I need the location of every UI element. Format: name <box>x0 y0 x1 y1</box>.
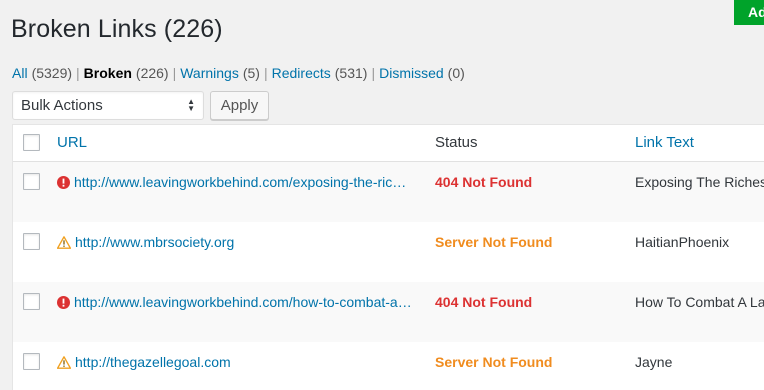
row-link-text: HaitianPhoenix <box>635 234 730 250</box>
filter-redirects-count: (531) <box>334 65 368 81</box>
bulk-actions-select[interactable]: Bulk Actions ▲ ▼ <box>12 91 204 120</box>
select-arrows-icon: ▲ ▼ <box>187 97 195 113</box>
page-title: Broken Links (226) <box>11 15 223 43</box>
filter-redirects[interactable]: Redirects <box>272 65 331 81</box>
row-link-text: Exposing The Riches <box>635 174 764 190</box>
row-url-text: http://www.leavingworkbehind.com/how-to-… <box>74 294 413 310</box>
broken-links-table: URL Status Link Text http://www.leavingw… <box>12 124 764 390</box>
filter-broken[interactable]: Broken <box>84 65 132 81</box>
separator: | <box>76 65 80 81</box>
row-url-link[interactable]: http://www.mbrsociety.org <box>57 234 413 250</box>
row-url-text: http://www.leavingworkbehind.com/exposin… <box>74 174 413 190</box>
row-url-text: http://thegazellegoal.com <box>75 354 231 370</box>
separator: | <box>172 65 177 81</box>
filter-broken-count: (226) <box>135 65 169 81</box>
row-status: 404 Not Found <box>435 294 533 310</box>
error-icon <box>57 296 70 309</box>
filter-all-count: (5329) <box>31 65 73 81</box>
filter-warnings[interactable]: Warnings <box>180 65 239 81</box>
column-status: Status <box>435 134 478 151</box>
status-filter-links: All (5329) | Broken (226) | Warnings (5) | Redire… <box>12 65 465 81</box>
filter-all[interactable]: All <box>12 65 28 81</box>
row-checkbox[interactable] <box>23 353 40 370</box>
apply-button[interactable]: Apply <box>210 91 269 120</box>
table-row: http://www.leavingworkbehind.com/how-to-… <box>13 282 764 342</box>
warning-icon <box>57 236 71 249</box>
row-status: 404 Not Found <box>435 174 533 190</box>
row-link-text: Jayne <box>635 354 673 370</box>
row-status: Server Not Found <box>435 354 553 370</box>
column-link-text[interactable]: Link Text <box>635 134 694 151</box>
filter-dismissed[interactable]: Dismissed <box>379 65 444 81</box>
filter-dismissed-count: (0) <box>447 65 465 81</box>
row-url-link[interactable]: http://www.leavingworkbehind.com/exposin… <box>57 174 413 190</box>
add-new-button[interactable]: Ad <box>734 0 764 25</box>
separator: | <box>263 65 268 81</box>
row-url-link[interactable]: http://www.leavingworkbehind.com/how-to-… <box>57 294 413 310</box>
row-url-link[interactable]: http://thegazellegoal.com <box>57 354 413 370</box>
row-checkbox[interactable] <box>23 173 40 190</box>
separator: | <box>371 65 376 81</box>
filter-warnings-count: (5) <box>242 65 260 81</box>
error-icon <box>57 176 70 189</box>
table-row: http://www.mbrsociety.org Server Not Fou… <box>13 222 764 282</box>
row-checkbox[interactable] <box>23 233 40 250</box>
column-url[interactable]: URL <box>57 134 87 151</box>
row-status: Server Not Found <box>435 234 553 250</box>
row-link-text: How To Combat A Lack <box>635 294 764 310</box>
row-url-text: http://www.mbrsociety.org <box>75 234 235 250</box>
table-row: http://www.leavingworkbehind.com/exposin… <box>13 162 764 222</box>
table-header: URL Status Link Text <box>13 125 764 162</box>
bulk-actions-value: Bulk Actions <box>21 97 103 114</box>
table-row: http://thegazellegoal.com Server Not Fou… <box>13 342 764 390</box>
row-checkbox[interactable] <box>23 293 40 310</box>
warning-icon <box>57 356 71 369</box>
select-all-checkbox[interactable] <box>23 134 40 151</box>
